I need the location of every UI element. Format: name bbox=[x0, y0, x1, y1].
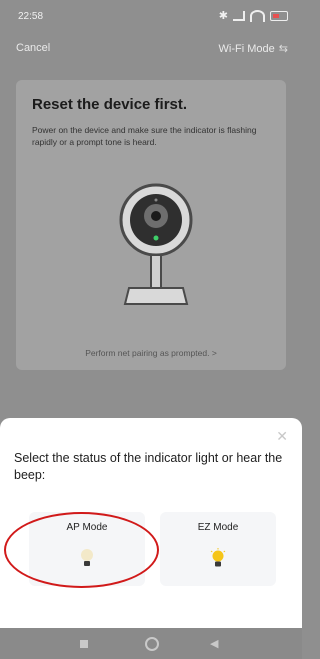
ez-mode-label: EZ Mode bbox=[197, 522, 239, 533]
cancel-button[interactable]: Cancel bbox=[16, 42, 50, 54]
reset-card: Reset the device first. Power on the dev… bbox=[16, 80, 286, 370]
signal-icon bbox=[233, 10, 245, 21]
home-icon[interactable] bbox=[145, 637, 159, 651]
camera-illustration-icon bbox=[119, 183, 193, 305]
card-description: Power on the device and make sure the in… bbox=[32, 125, 257, 147]
card-title: Reset the device first. bbox=[32, 96, 188, 113]
sheet-prompt: Select the status of the indicator light… bbox=[14, 451, 283, 482]
close-icon[interactable]: ✕ bbox=[276, 428, 288, 445]
status-bar: 22:58 ✱ bbox=[0, 0, 302, 30]
system-nav-bar: ◀ bbox=[0, 628, 302, 659]
bulb-lit-icon bbox=[210, 548, 226, 567]
bluetooth-icon: ✱ bbox=[218, 10, 228, 22]
recent-apps-icon[interactable] bbox=[80, 640, 88, 648]
swap-icon: ⇆ bbox=[278, 43, 288, 55]
net-pairing-link[interactable]: Perform net pairing as prompted. > bbox=[16, 348, 286, 358]
wifi-mode-label: Wi-Fi Mode bbox=[218, 42, 275, 55]
wifi-icon bbox=[250, 9, 265, 22]
back-icon[interactable]: ◀ bbox=[210, 637, 218, 650]
ez-mode-option[interactable]: EZ Mode bbox=[160, 512, 276, 586]
battery-icon bbox=[270, 10, 288, 21]
status-time: 22:58 bbox=[18, 11, 44, 22]
annotation-circle bbox=[4, 512, 159, 588]
wifi-mode-button[interactable]: Wi-Fi Mode ⇆ bbox=[218, 42, 288, 56]
top-nav: Cancel Wi-Fi Mode ⇆ bbox=[0, 38, 302, 60]
status-icons: ✱ bbox=[219, 9, 288, 22]
